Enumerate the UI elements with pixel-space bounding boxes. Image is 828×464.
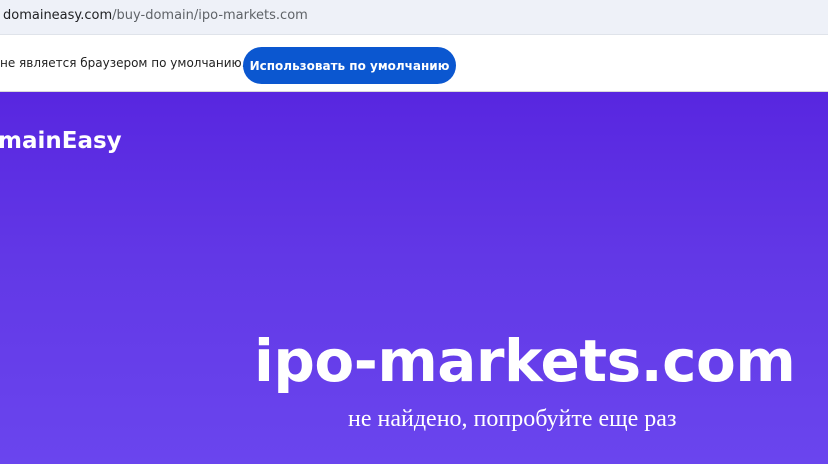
hero-section: mainEasy ipo-markets.com не найдено, поп… — [0, 92, 828, 464]
set-default-button[interactable]: Использовать по умолчанию — [243, 47, 456, 84]
not-found-message: не найдено, попробуйте еще раз — [348, 406, 677, 432]
domain-title: ipo-markets.com — [254, 327, 796, 395]
infobar-message: не является браузером по умолчанию. — [0, 56, 246, 70]
site-logo[interactable]: mainEasy — [0, 128, 122, 154]
default-browser-infobar: не является браузером по умолчанию. Испо… — [0, 35, 828, 92]
address-host: domaineasy.com — [3, 8, 113, 23]
address-bar[interactable]: domaineasy.com/buy-domain/ipo-markets.co… — [0, 0, 828, 35]
address-url[interactable]: domaineasy.com/buy-domain/ipo-markets.co… — [3, 8, 308, 23]
address-path: /buy-domain/ipo-markets.com — [112, 8, 308, 23]
